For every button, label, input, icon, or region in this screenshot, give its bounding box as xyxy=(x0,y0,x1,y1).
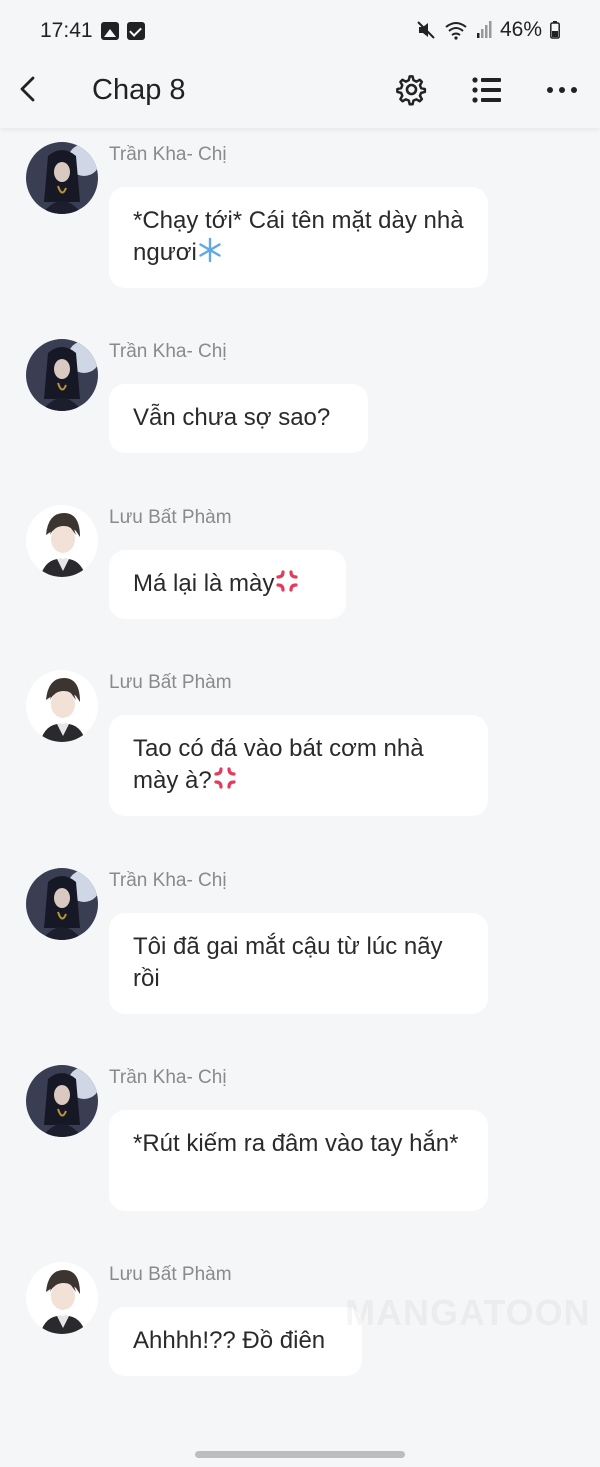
message-bubble[interactable]: *Rút kiếm ra đâm vào tay hắn* xyxy=(109,1110,488,1211)
back-button[interactable] xyxy=(14,74,44,104)
avatar-dark[interactable] xyxy=(26,339,98,411)
message-bubble[interactable]: Tao có đá vào bát cơm nhà mày à? xyxy=(109,715,488,816)
top-toolbar: Chap 8 xyxy=(0,62,600,128)
battery-percent: 46% xyxy=(499,18,542,41)
avatar-light[interactable] xyxy=(26,1262,98,1334)
snowflake-icon xyxy=(197,237,223,272)
back-icon xyxy=(20,76,35,102)
checkbox-icon xyxy=(127,22,145,40)
signal-icon xyxy=(476,21,492,38)
gear-icon xyxy=(396,75,427,106)
anger-icon xyxy=(212,765,238,800)
list-icon xyxy=(472,77,501,103)
sender-name: Trần Kha- Chị xyxy=(109,870,227,891)
sender-name: Lưu Bất Phàm xyxy=(109,507,232,528)
sender-name: Trần Kha- Chị xyxy=(109,1067,227,1088)
message-text: Má lại là mày xyxy=(133,570,275,597)
status-time: 17:41 xyxy=(40,19,93,42)
sender-name: Lưu Bất Phàm xyxy=(109,672,232,693)
message-bubble[interactable]: Má lại là mày xyxy=(109,550,346,619)
battery-icon xyxy=(550,21,560,39)
settings-button[interactable] xyxy=(394,72,430,108)
message-bubble[interactable]: Ahhhh!?? Đồ điên xyxy=(109,1307,362,1376)
message-text: Vẫn chưa sợ sao? xyxy=(133,404,331,431)
message-bubble[interactable]: Vẫn chưa sợ sao? xyxy=(109,384,368,453)
message-text: *Chạy tới* Cái tên mặt dày nhà ngươi xyxy=(133,207,464,266)
avatar-dark[interactable] xyxy=(26,1065,98,1137)
message-text: Tao có đá vào bát cơm nhà mày à? xyxy=(133,735,424,794)
message-text: Tôi đã gai mắt cậu từ lúc nãy rồi xyxy=(133,933,443,992)
more-options-button[interactable] xyxy=(544,72,580,108)
status-right: 46% xyxy=(416,18,560,42)
sender-name: Trần Kha- Chị xyxy=(109,341,227,362)
chapter-list-button[interactable] xyxy=(469,72,505,108)
avatar-dark[interactable] xyxy=(26,142,98,214)
message-text: Ahhhh!?? Đồ điên xyxy=(133,1327,326,1354)
avatar-light[interactable] xyxy=(26,505,98,577)
mute-icon xyxy=(417,21,435,39)
avatar-dark[interactable] xyxy=(26,868,98,940)
message-bubble[interactable]: *Chạy tới* Cái tên mặt dày nhà ngươi xyxy=(109,187,488,288)
home-indicator[interactable] xyxy=(195,1451,405,1458)
chapter-title: Chap 8 xyxy=(92,74,186,106)
status-bar: 17:41 46% xyxy=(0,0,600,62)
sender-name: Trần Kha- Chị xyxy=(109,144,227,165)
more-icon xyxy=(547,87,577,93)
gallery-icon xyxy=(101,22,119,40)
anger-icon xyxy=(274,568,300,603)
message-text: *Rút kiếm ra đâm vào tay hắn* xyxy=(133,1130,459,1157)
watermark-logo: MANGATOON xyxy=(345,1292,591,1334)
sender-name: Lưu Bất Phàm xyxy=(109,1264,232,1285)
avatar-light[interactable] xyxy=(26,670,98,742)
wifi-icon xyxy=(445,22,467,40)
message-bubble[interactable]: Tôi đã gai mắt cậu từ lúc nãy rồi xyxy=(109,913,488,1014)
